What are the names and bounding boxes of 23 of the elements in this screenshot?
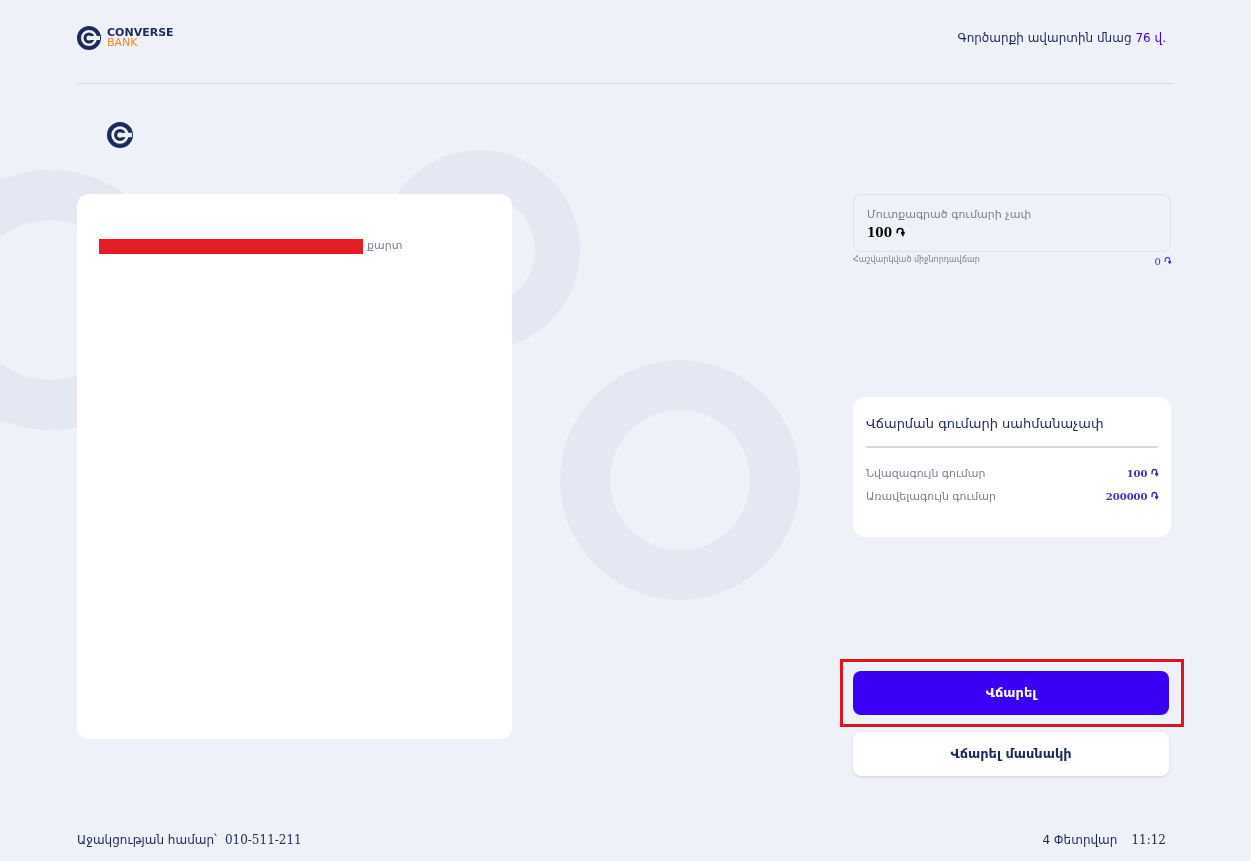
logo-icon bbox=[77, 25, 101, 50]
amount-field[interactable]: Մուտքագրած գումարի չափ 100 ֏ bbox=[853, 194, 1171, 252]
limits-title: Վճարման գումարի սահմանաչափ bbox=[866, 414, 1158, 448]
commission-value: 0 ֏ bbox=[1154, 255, 1171, 269]
logo-name: CONVERSE bbox=[107, 27, 174, 38]
limit-value: 200000 ֏ bbox=[1105, 490, 1158, 504]
logo-subtitle: BANK bbox=[107, 37, 138, 48]
support-phone: 010-511-211 bbox=[224, 832, 302, 849]
receipt-line-label: քարտ bbox=[367, 238, 403, 254]
amount-field-label: Մուտքագրած գումարի չափ bbox=[867, 207, 1033, 223]
session-timer-value: 76 վ. bbox=[1135, 29, 1166, 47]
time-text: 11:12 bbox=[1131, 832, 1166, 849]
limit-label: Առավելագույն գումար bbox=[866, 489, 996, 505]
logo-icon bbox=[107, 122, 133, 148]
session-timer-label: Գործարքի ավարտին մնաց bbox=[957, 29, 1132, 47]
amount-field-value: 100 ֏ bbox=[867, 224, 907, 242]
limit-value: 100 ֏ bbox=[1126, 466, 1158, 481]
commission-label: Հաշվարկված միջնորդավճար bbox=[853, 254, 980, 266]
partial-pay-button[interactable]: Վճարել մասնակի bbox=[853, 732, 1169, 776]
pay-button[interactable]: Վճարել bbox=[853, 671, 1169, 715]
limit-label: Նվազագույն գումար bbox=[866, 465, 986, 482]
support-label: Աջակցության համար՝ bbox=[77, 832, 217, 849]
date-text: 4 Փետրվար bbox=[1042, 832, 1118, 849]
